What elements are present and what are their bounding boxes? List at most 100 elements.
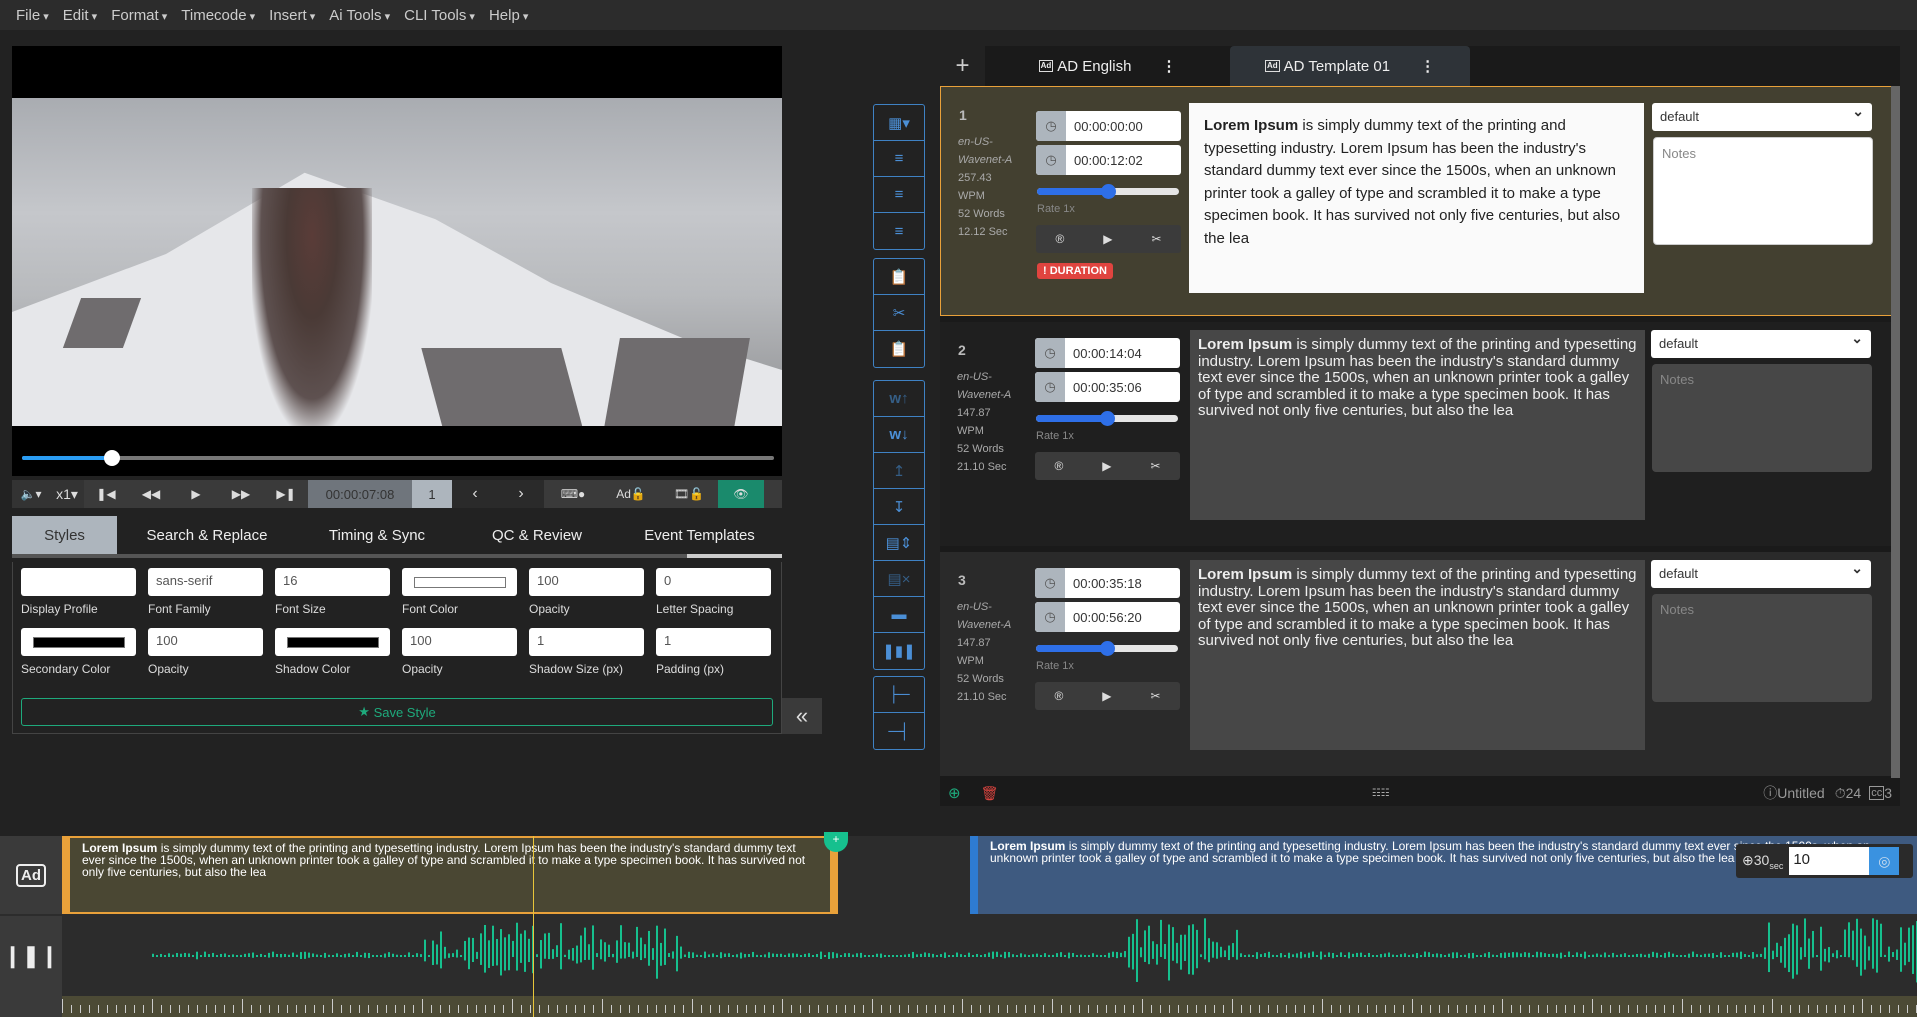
- notes-textarea[interactable]: Notes: [1652, 364, 1872, 472]
- font-size-input[interactable]: 16: [275, 568, 390, 596]
- regenerate-icon[interactable]: ®: [1054, 689, 1063, 703]
- scissors-icon[interactable]: ✂: [1150, 459, 1160, 473]
- menu-edit[interactable]: Edit: [63, 7, 97, 24]
- next-frame-button[interactable]: ›: [498, 480, 544, 508]
- timeline-clip[interactable]: Lorem Ipsum is simply dummy text of the …: [62, 836, 838, 914]
- font-color-picker[interactable]: [402, 568, 517, 596]
- table-menu-button[interactable]: ▦▾: [874, 105, 924, 141]
- merge-down-button[interactable]: w↓: [874, 417, 924, 453]
- rate-handle[interactable]: [1101, 184, 1116, 199]
- go-end-button[interactable]: ▶❚: [264, 480, 308, 508]
- video-lock-button[interactable]: 🎞🔓: [660, 480, 718, 508]
- timeline-ruler[interactable]: [62, 996, 1917, 1017]
- shadow-color-picker[interactable]: [275, 628, 390, 656]
- speed-button[interactable]: x1 ▾: [50, 480, 84, 508]
- regenerate-icon[interactable]: ®: [1054, 459, 1063, 473]
- merge-up-button[interactable]: w↑: [874, 381, 924, 417]
- end-timecode-input[interactable]: ◷ 00:00:35:06: [1035, 372, 1180, 402]
- timecode-display[interactable]: 00:00:07:08: [308, 480, 412, 508]
- event-row[interactable]: 1 en-US- Wavenet-A 257.43 WPM 52 Words 1…: [940, 86, 1892, 316]
- menu-timecode[interactable]: Timecode: [181, 7, 255, 24]
- menu-file[interactable]: File: [16, 7, 49, 24]
- collapse-panel-button[interactable]: «: [782, 698, 822, 734]
- rate-slider[interactable]: [1037, 184, 1179, 199]
- event-row[interactable]: 2 en-US- Wavenet-A 147.87 WPM 52 Words 2…: [940, 322, 1892, 546]
- delete-event-button[interactable]: 🗑: [981, 785, 999, 802]
- display-profile-select[interactable]: [21, 568, 136, 596]
- prev-frame-button[interactable]: ‹: [452, 480, 498, 508]
- opacity-input[interactable]: 100: [529, 568, 644, 596]
- insert-below-button[interactable]: ↧: [874, 489, 924, 525]
- add-document-button[interactable]: +: [940, 46, 985, 86]
- keyboard-shortcuts-button[interactable]: ⌨●: [544, 480, 602, 508]
- go-start-button[interactable]: ❚◀: [84, 480, 128, 508]
- secondary-opacity-input[interactable]: 100: [148, 628, 263, 656]
- snap-start-button[interactable]: ├─: [874, 677, 924, 713]
- rate-handle[interactable]: [1100, 641, 1115, 656]
- snap-end-button[interactable]: ─┤: [874, 713, 924, 749]
- align-right-button[interactable]: ≡: [874, 213, 924, 249]
- cut-button[interactable]: ✂: [874, 295, 924, 331]
- zoom-target-button[interactable]: ◎: [1869, 847, 1900, 875]
- play-icon[interactable]: ▶: [1103, 232, 1112, 246]
- rate-slider[interactable]: [1036, 641, 1178, 656]
- rate-slider[interactable]: [1036, 411, 1178, 426]
- tab-timing-sync[interactable]: Timing & Sync: [297, 516, 457, 554]
- end-timecode-input[interactable]: ◷ 00:00:12:02: [1036, 145, 1181, 175]
- expand-events-button[interactable]: ▤⇕: [874, 525, 924, 561]
- events-scrollbar[interactable]: [1891, 86, 1900, 778]
- menu-ai-tools[interactable]: Ai Tools: [329, 7, 390, 24]
- font-family-select[interactable]: sans-serif: [148, 568, 263, 596]
- regenerate-icon[interactable]: ®: [1055, 232, 1064, 246]
- video-player[interactable]: [12, 46, 782, 476]
- visibility-button[interactable]: 👁: [718, 480, 764, 508]
- frame-step-input[interactable]: 1: [412, 480, 452, 508]
- style-select[interactable]: default: [1652, 103, 1872, 131]
- rate-handle[interactable]: [1100, 411, 1115, 426]
- resize-handle-icon[interactable]: ☷☷: [1372, 788, 1390, 799]
- menu-help[interactable]: Help: [489, 7, 528, 24]
- kebab-menu-icon[interactable]: ⋮: [1161, 57, 1176, 75]
- collapse-events-button[interactable]: ▤×: [874, 561, 924, 597]
- tab-ad-english[interactable]: Ad AD English ⋮: [985, 46, 1230, 86]
- menu-insert[interactable]: Insert: [269, 7, 315, 24]
- align-middle-button[interactable]: ▬: [874, 597, 924, 633]
- start-timecode-input[interactable]: ◷ 00:00:00:00: [1036, 111, 1181, 141]
- rewind-button[interactable]: ◀◀: [128, 480, 174, 508]
- event-text-editor[interactable]: Lorem Ipsum is simply dummy text of the …: [1190, 560, 1645, 750]
- play-button[interactable]: ▶: [174, 480, 218, 508]
- insert-above-button[interactable]: ↥: [874, 453, 924, 489]
- event-text-editor[interactable]: Lorem Ipsum is simply dummy text of the …: [1190, 330, 1645, 520]
- align-left-button[interactable]: ≡: [874, 141, 924, 177]
- end-timecode-input[interactable]: ◷ 00:00:56:20: [1035, 602, 1180, 632]
- start-timecode-input[interactable]: ◷ 00:00:14:04: [1035, 338, 1180, 368]
- shadow-opacity-input[interactable]: 100: [402, 628, 517, 656]
- notes-textarea[interactable]: Notes: [1653, 137, 1873, 245]
- add-clip-button[interactable]: +: [824, 832, 848, 852]
- scissors-icon[interactable]: ✂: [1150, 689, 1160, 703]
- tab-styles[interactable]: Styles: [12, 516, 117, 554]
- add-event-button[interactable]: ⊕: [948, 784, 961, 802]
- secondary-color-picker[interactable]: [21, 628, 136, 656]
- timeline[interactable]: Ad ❙❚❙ Lorem Ipsum is simply dummy text …: [0, 832, 1917, 1017]
- scissors-icon[interactable]: ✂: [1151, 232, 1161, 246]
- tab-qc-review[interactable]: QC & Review: [457, 516, 617, 554]
- start-timecode-input[interactable]: ◷ 00:00:35:18: [1035, 568, 1180, 598]
- shadow-size-input[interactable]: 1: [529, 628, 644, 656]
- zoom-input[interactable]: 10: [1789, 847, 1870, 875]
- letter-spacing-input[interactable]: 0: [656, 568, 771, 596]
- menu-cli-tools[interactable]: CLI Tools: [404, 7, 475, 24]
- playhead[interactable]: [533, 836, 534, 1017]
- seek-bar[interactable]: [22, 450, 774, 466]
- play-icon[interactable]: ▶: [1102, 689, 1111, 703]
- event-row[interactable]: 3 en-US- Wavenet-A 147.87 WPM 52 Words 2…: [940, 552, 1892, 776]
- tab-search-replace[interactable]: Search & Replace: [117, 516, 297, 554]
- style-select[interactable]: default: [1651, 560, 1871, 588]
- style-select[interactable]: default: [1651, 330, 1871, 358]
- padding-input[interactable]: 1: [656, 628, 771, 656]
- tab-event-templates[interactable]: Event Templates: [617, 516, 782, 554]
- kebab-menu-icon[interactable]: ⋮: [1420, 57, 1435, 75]
- paste-button[interactable]: 📋: [874, 331, 924, 367]
- notes-textarea[interactable]: Notes: [1652, 594, 1872, 702]
- menu-format[interactable]: Format: [111, 7, 167, 24]
